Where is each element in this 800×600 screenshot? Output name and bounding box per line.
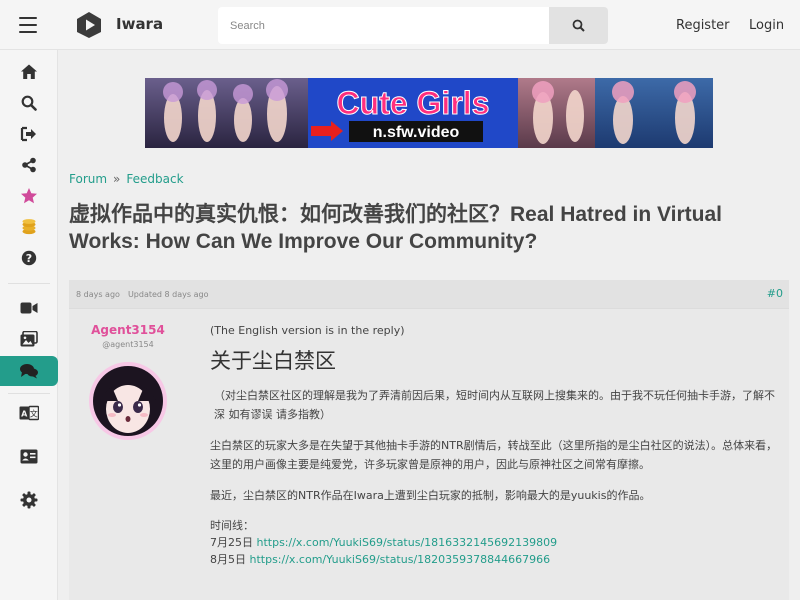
top-bar: Iwara Register Login <box>0 0 800 50</box>
iwara-logo-icon[interactable] <box>75 11 103 39</box>
sidebar-item-help[interactable]: ? <box>0 243 58 273</box>
sidebar-item-favorites[interactable] <box>0 181 58 211</box>
svg-text:?: ? <box>26 252 32 265</box>
register-link[interactable]: Register <box>676 18 730 33</box>
sidebar-item-home[interactable] <box>0 57 58 87</box>
login-link[interactable]: Login <box>749 18 784 33</box>
post-anchor-link[interactable]: #0 <box>767 287 783 300</box>
settings-icon <box>20 491 38 509</box>
post-paragraph-3: 最近，尘白禁区的NTR作品在Iwara上遭到尘白玩家的抵制，影响最大的是yuuk… <box>210 489 651 502</box>
post-created-time: 8 days ago <box>76 290 120 299</box>
timeline-link[interactable]: https://x.com/YuukiS69/status/1820359378… <box>250 553 551 566</box>
banner-subtitle: n.sfw.video <box>373 124 460 141</box>
timeline-link[interactable]: https://x.com/YuukiS69/status/1816332145… <box>257 536 558 549</box>
post-paragraph-1: （对尘白禁区社区的理解是我为了弄清前因后果，短时间内从互联网上搜集来的。由于我不… <box>214 389 775 421</box>
main-content: Cute Girls n.sfw.video Forum » Feedback 虚拟… <box>58 50 800 600</box>
timeline-date: 7月25日 <box>210 536 253 549</box>
sidebar-item-profile[interactable] <box>0 441 58 471</box>
post-updated-time: Updated 8 days ago <box>127 290 209 299</box>
sidebar-item-coins[interactable] <box>0 212 58 242</box>
post-heading: 关于尘白禁区 <box>210 349 336 373</box>
search-input[interactable] <box>218 7 550 44</box>
share-icon <box>22 157 36 173</box>
timeline-label: 时间线： <box>210 519 254 532</box>
advertisement-banner[interactable]: Cute Girls n.sfw.video <box>145 78 713 148</box>
post-body: (The English version is in the reply) 关于… <box>210 323 780 568</box>
post-meta: 8 days ago Updated 8 days ago <box>76 290 208 299</box>
post-header: 8 days ago Updated 8 days ago #0 <box>69 280 789 309</box>
post-paragraph-2: 尘白禁区的玩家大多是在失望于其他抽卡手游的NTR剧情后，转战至此（这里所指的是尘… <box>210 439 778 471</box>
post-timeline: 时间线： 7月25日 https://x.com/YuukiS69/status… <box>210 517 780 568</box>
search-icon <box>21 95 37 111</box>
timeline-entry: 7月25日 https://x.com/YuukiS69/status/1816… <box>210 534 780 551</box>
timeline-entry: 8月5日 https://x.com/YuukiS69/status/18203… <box>210 551 780 568</box>
breadcrumb-separator: » <box>113 172 121 186</box>
sidebar-item-videos[interactable] <box>0 293 58 323</box>
sidebar-item-forum[interactable] <box>0 356 58 386</box>
profile-card-icon <box>20 449 38 463</box>
sidebar-item-settings[interactable] <box>0 485 58 515</box>
breadcrumb-feedback-link[interactable]: Feedback <box>126 172 183 186</box>
avatar[interactable] <box>88 361 168 441</box>
page-title: 虚拟作品中的真实仇恨：如何改善我们的社区？Real Hatred in Virt… <box>69 203 723 253</box>
post-note: (The English version is in the reply) <box>210 324 405 337</box>
coins-icon <box>22 219 36 235</box>
sidebar-item-images[interactable] <box>0 324 58 354</box>
timeline-date: 8月5日 <box>210 553 246 566</box>
sidebar-item-search[interactable] <box>0 88 58 118</box>
video-icon <box>20 302 38 314</box>
sidebar-item-language[interactable]: A 文 <box>0 398 58 428</box>
brand-name[interactable]: Iwara <box>116 15 163 33</box>
sidebar-item-share[interactable] <box>0 150 58 180</box>
breadcrumb: Forum » Feedback <box>69 172 184 186</box>
images-icon <box>20 331 38 347</box>
search-button[interactable] <box>549 7 608 44</box>
login-icon <box>20 126 36 142</box>
breadcrumb-forum-link[interactable]: Forum <box>69 172 107 186</box>
forum-post: 8 days ago Updated 8 days ago #0 Agent315… <box>69 280 789 600</box>
home-icon <box>21 64 37 79</box>
star-icon <box>21 188 37 204</box>
author-handle: @agent3154 <box>102 340 154 349</box>
forum-icon <box>20 364 38 379</box>
translate-icon: A 文 <box>19 405 39 421</box>
search-icon <box>572 19 585 32</box>
help-icon: ? <box>21 250 37 266</box>
banner-title: Cute Girls <box>337 85 490 121</box>
sidebar-item-login[interactable] <box>0 119 58 149</box>
svg-text:A: A <box>21 410 28 419</box>
author-name[interactable]: Agent3154 <box>69 323 187 337</box>
sidebar: ? A 文 <box>0 50 58 600</box>
svg-text:文: 文 <box>30 409 38 419</box>
menu-icon[interactable] <box>19 17 37 33</box>
